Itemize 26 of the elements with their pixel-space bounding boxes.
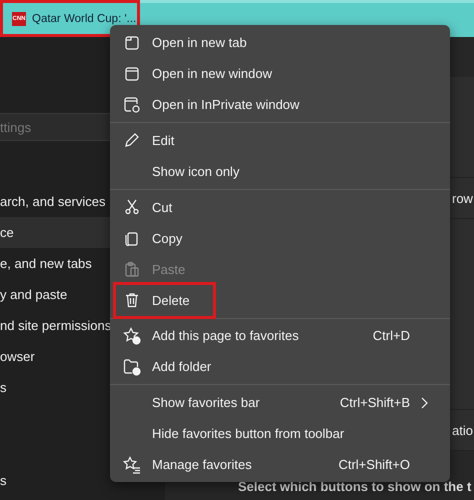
shortcut-label: Ctrl+D: [372, 328, 410, 344]
private-window-icon: [123, 96, 141, 114]
menu-item[interactable]: Add folder: [110, 351, 450, 382]
menu-item[interactable]: Hide favorites button from toolbar: [110, 418, 450, 449]
trash-icon: [124, 292, 140, 308]
menu-item[interactable]: Show favorites bar Ctrl+Shift+B: [110, 387, 450, 418]
scissors-icon: [124, 199, 140, 215]
setting-label: atio: [452, 422, 474, 438]
menu-item[interactable]: Open in new window: [110, 58, 450, 89]
menu-item[interactable]: Add this page to favorites Ctrl+D: [110, 320, 450, 352]
star-list-icon: [123, 456, 141, 474]
pencil-icon: [124, 132, 140, 148]
section-description: Select which buttons to show on the t: [238, 479, 472, 494]
setting-label: row: [452, 190, 474, 206]
menu-item[interactable]: Delete: [110, 284, 450, 316]
copy-icon: [124, 230, 140, 246]
folder-plus-icon: [123, 358, 141, 376]
window-icon: [124, 66, 140, 82]
menu-item[interactable]: Manage favorites Ctrl+Shift+O: [110, 449, 450, 480]
menu-item[interactable]: Show icon only: [110, 156, 450, 187]
shortcut-label: Ctrl+Shift+B: [340, 395, 410, 410]
favorite-label: Qatar World Cup: '...: [32, 12, 136, 24]
tab-icon: [124, 34, 140, 50]
shortcut-label: Ctrl+Shift+O: [338, 457, 410, 472]
star-plus-icon: [123, 326, 141, 345]
clipboard-icon: [124, 261, 140, 277]
